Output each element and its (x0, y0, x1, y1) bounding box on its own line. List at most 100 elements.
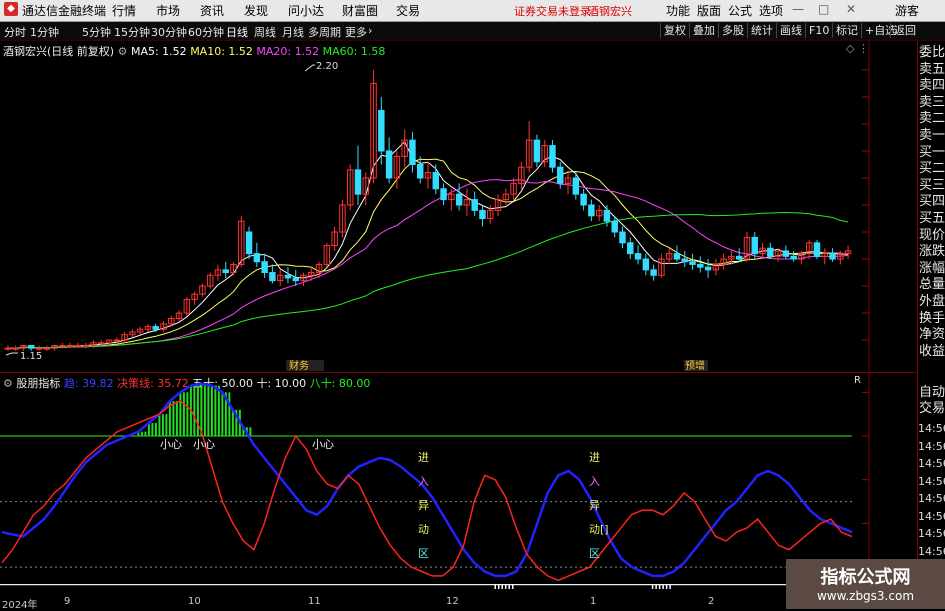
menu-discover[interactable]: 发现 (244, 2, 268, 19)
back-button[interactable]: 返回 (890, 23, 919, 38)
period-60min[interactable]: 60分钟 (188, 24, 224, 40)
candle-body (642, 258, 650, 271)
entry-zone-label: 进 (589, 451, 600, 464)
quote-field-label: 净资 (919, 327, 945, 343)
candle-body (253, 253, 261, 263)
quote-field-label: 换手 (919, 310, 945, 326)
candle-body (751, 236, 758, 255)
overlay-button[interactable]: 叠加 (689, 23, 718, 38)
candle-body (813, 242, 821, 257)
candle-body (409, 139, 416, 165)
x-tick: 11 (308, 596, 321, 607)
login-notice[interactable]: 证券交易未登录 (514, 3, 591, 19)
menu-quotes[interactable]: 行情 (112, 2, 136, 19)
period-5min[interactable]: 5分钟 (82, 24, 111, 40)
menu-news[interactable]: 资讯 (200, 2, 224, 19)
candle-body (385, 150, 393, 179)
quote-field-label: 卖一 (919, 128, 945, 143)
candle-body (557, 166, 564, 184)
candle-body (650, 269, 657, 276)
period-1min[interactable]: 1分钟 (30, 24, 59, 40)
menu-bar: ◆ 通达信金融终端 行情 市场 资讯 发现 问小达 财富圈 交易 证券交易未登录… (0, 0, 945, 22)
preincrease-tag: 预增 (685, 359, 705, 371)
entry-zone-label: 入 (589, 475, 600, 488)
candle-body (12, 347, 19, 350)
period-30min[interactable]: 30分钟 (151, 24, 187, 40)
low-price-label: 1.15 (20, 351, 42, 362)
indicator-chart[interactable]: 100.080.0060.0040.0020.00 小心小心小心进入异动区进入异… (0, 373, 870, 595)
menu-market[interactable]: 市场 (156, 2, 180, 19)
price-chart[interactable]: 2.202.102.001.901.801.701.601.501.401.30… (0, 41, 870, 371)
quote-field-label: 总量 (919, 277, 945, 293)
draw-button[interactable]: 画线 (776, 23, 805, 38)
period-monthly[interactable]: 月线 (282, 24, 304, 40)
trade-time: 14:56 (918, 527, 945, 540)
entry-zone-label: 区 (418, 547, 429, 560)
candle-body (66, 344, 74, 347)
period-intraday[interactable]: 分时 (4, 24, 26, 40)
candle-body (572, 177, 580, 195)
candle-body (619, 231, 626, 244)
adjust-button[interactable]: 复权 (660, 23, 689, 38)
candle-body (378, 109, 385, 152)
minimize-icon[interactable]: — (792, 2, 804, 16)
trade-time: 14:56 (918, 439, 945, 453)
candle-body (829, 253, 836, 260)
quote-field-label: 涨跌 (919, 244, 945, 260)
entry-zone-label: 入 (418, 475, 429, 488)
candle-body (471, 199, 478, 211)
auto-trade-label[interactable]: 交易 (919, 401, 945, 417)
caution-label: 小心 (312, 438, 334, 451)
quote-field-label: 卖五 (919, 61, 945, 77)
trade-time: 14:56 (918, 474, 945, 488)
candle-body (533, 139, 541, 163)
period-bar: 分时 1分钟 5分钟 15分钟 30分钟 60分钟 日线 周线 月线 多周期 更… (0, 22, 945, 41)
mark-button[interactable]: 标记 (832, 23, 861, 38)
candle-body (767, 247, 774, 257)
candle-body (416, 163, 424, 179)
x-tick: 12 (446, 596, 459, 607)
menu-trade[interactable]: 交易 (396, 2, 420, 19)
guest-label[interactable]: 游客 (895, 2, 919, 19)
app-logo-icon: ◆ (4, 2, 18, 16)
candle-body (98, 342, 105, 345)
menu-wealth[interactable]: 财富圈 (342, 2, 378, 19)
candle-body (790, 255, 797, 260)
candle-body (222, 269, 229, 274)
stats-button[interactable]: 统计 (747, 23, 776, 38)
period-more[interactable]: 更多 (345, 24, 367, 40)
menu-formula[interactable]: 公式 (728, 2, 752, 19)
candle-body (4, 347, 12, 350)
x-tick: 1 (590, 596, 597, 607)
candle-body (35, 347, 43, 350)
candle-body (697, 263, 704, 268)
menu-function[interactable]: 功能 (666, 2, 690, 19)
multi-stock-button[interactable]: 多股 (718, 23, 747, 38)
period-15min[interactable]: 15分钟 (114, 24, 150, 40)
candle-body (245, 231, 253, 255)
trade-time: 14:56 (918, 492, 945, 505)
candle-body (603, 209, 611, 222)
period-daily[interactable]: 日线 (226, 24, 248, 40)
candle-body (611, 220, 618, 233)
period-multi[interactable]: 多周期 (308, 24, 341, 40)
quote-field-label: 涨幅 (919, 260, 945, 276)
menu-options[interactable]: 选项 (759, 2, 783, 19)
f10-button[interactable]: F10 (805, 23, 832, 38)
more-arrow-icon[interactable]: › (368, 24, 372, 37)
candle-body (549, 145, 556, 168)
candle-body (284, 274, 292, 279)
auto-trade-label[interactable]: 自动 (919, 385, 945, 401)
menu-ask[interactable]: 问小达 (288, 2, 324, 19)
period-weekly[interactable]: 周线 (254, 24, 276, 40)
menu-layout[interactable]: 版面 (697, 2, 721, 19)
maximize-icon[interactable]: □ (818, 2, 829, 16)
candle-body (479, 209, 486, 220)
close-icon[interactable]: ✕ (846, 2, 856, 16)
entry-zone-label: 动[] (589, 523, 609, 536)
candle-body (681, 258, 688, 263)
entry-zone-label: 异 (589, 499, 600, 512)
quote-field-label: 外盘 (919, 294, 945, 309)
candle-body (74, 344, 82, 347)
candle-body (673, 253, 681, 260)
